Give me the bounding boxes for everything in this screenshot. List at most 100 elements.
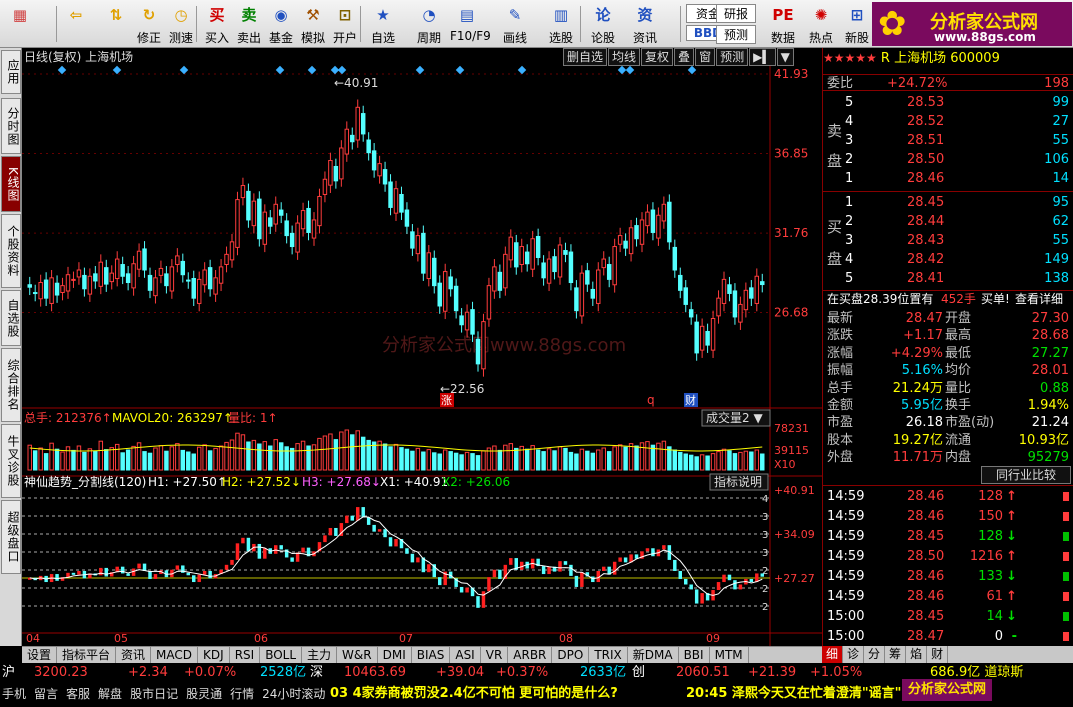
sell-button[interactable]: 卖卖出	[232, 2, 266, 46]
indicator-tab-9[interactable]: DMI	[378, 647, 412, 663]
status-item-6[interactable]: 行情	[230, 687, 254, 701]
quote-tab-4[interactable]: 焰	[906, 646, 928, 663]
star-button[interactable]: ★自选股	[366, 2, 400, 62]
toolbar-label: 买入	[204, 31, 229, 45]
indicator-candle	[224, 564, 229, 570]
lock-button[interactable]: ⊡ 开户	[328, 2, 362, 46]
indicator-tab-16[interactable]: 新DMA	[628, 647, 679, 663]
pen-button[interactable]: ✎ 画线	[498, 2, 532, 46]
left-tab-2[interactable]: K线图	[1, 156, 21, 212]
high-label: ←40.91	[334, 76, 378, 90]
volume-bar	[606, 451, 612, 471]
kline-chart[interactable]: 41.93 36.85 31.76 26.68 分析家公式网www.88gs.com ←4…	[22, 48, 822, 646]
indicator-tab-1[interactable]: 指标平台	[57, 647, 117, 663]
hammer-button[interactable]: ⚒ 模拟	[296, 2, 330, 46]
left-tab-1[interactable]: 分时图	[1, 98, 21, 154]
indicator-candle	[345, 515, 349, 524]
bid-volume: 95	[1052, 195, 1069, 210]
home-button[interactable]: ▦	[4, 2, 36, 46]
indicator-tab-4[interactable]: KDJ	[198, 647, 230, 663]
repair-button[interactable]: ↻ 修正	[132, 2, 166, 46]
f10-button[interactable]: ▤ F10/F9	[450, 2, 491, 46]
chart-btn-2[interactable]: 复权	[641, 48, 674, 66]
left-tab-6[interactable]: 牛叉诊股	[1, 424, 21, 498]
buyline-row[interactable]: 在买盘28.39位置有 452手 买单! 查看详细	[823, 290, 1073, 307]
indicator-tab-3[interactable]: MACD	[151, 647, 199, 663]
candle	[721, 278, 727, 304]
volume-bar	[366, 439, 371, 471]
tick-volume: 133	[978, 569, 1003, 584]
quote-label: 振幅	[827, 363, 854, 379]
data-button[interactable]: PE 数据	[766, 2, 800, 46]
peer-compare-button[interactable]: 同行业比较	[981, 466, 1071, 484]
candle	[546, 258, 552, 284]
volume-bar	[601, 447, 606, 471]
status-item-2[interactable]: 客服	[66, 687, 90, 701]
ipo-button[interactable]: ⊞ 新股	[840, 2, 874, 46]
volume-bar	[645, 441, 650, 471]
updown-button[interactable]: ⇅	[100, 2, 132, 46]
indicator-tab-14[interactable]: DPO	[552, 647, 590, 663]
indicator-tab-18[interactable]: MTM	[710, 647, 749, 663]
status-item-1[interactable]: 留言	[34, 687, 58, 701]
news-headline-2[interactable]: 20:45 泽熙今天又在忙着澄清"谣言"	[686, 683, 901, 705]
status-item-3[interactable]: 解盘	[98, 687, 122, 701]
ask-volume: 106	[1044, 152, 1069, 167]
buy-button[interactable]: 买买入	[200, 2, 234, 46]
chart-btn-6[interactable]: ▶▍	[749, 48, 776, 66]
indicator-tab-11[interactable]: ASI	[450, 647, 481, 663]
chart-btn-3[interactable]: 叠	[674, 48, 695, 66]
forum-button[interactable]: 论论股堂	[586, 2, 620, 62]
indicator-tab-6[interactable]: BOLL	[260, 647, 303, 663]
chart-btn-0[interactable]: 删自选	[563, 48, 608, 66]
indicator-tab-10[interactable]: BIAS	[412, 647, 451, 663]
back-button[interactable]: ⇦	[60, 2, 92, 46]
indicator-tab-8[interactable]: W&R	[337, 647, 378, 663]
indicator-tab-17[interactable]: BBI	[679, 647, 710, 663]
volume-bar	[596, 449, 601, 471]
left-tab-0[interactable]: 应用	[1, 50, 21, 94]
quote-tab-5[interactable]: 财	[927, 646, 949, 663]
chart-btn-4[interactable]: 窗	[695, 48, 716, 66]
chart-btn-1[interactable]: 均线	[608, 48, 641, 66]
volume-bar	[147, 452, 153, 471]
hot-button[interactable]: ✺ 热点	[804, 2, 838, 46]
news-button[interactable]: 资资讯	[628, 2, 662, 46]
volume-bar	[382, 443, 388, 471]
indicator-tab-13[interactable]: ARBR	[508, 647, 553, 663]
filter-button[interactable]: ▥ 选股	[544, 2, 578, 46]
news-headline-1[interactable]: 03 4家券商被罚没2.4亿不可怕 更可怕的是什么?	[330, 683, 618, 705]
indicator-tab-2[interactable]: 资讯	[116, 647, 152, 663]
quote-tab-1[interactable]: 诊	[843, 646, 865, 663]
candle	[344, 128, 350, 155]
price-tick-label: 36.85	[774, 146, 808, 160]
updown-icon: ⇅	[109, 6, 123, 24]
indicator-tab-5[interactable]: RSI	[230, 647, 261, 663]
status-item-5[interactable]: 股灵通	[186, 687, 222, 701]
indicator-tab-12[interactable]: VR	[481, 647, 509, 663]
indicator-tab-0[interactable]: 设置	[22, 647, 58, 663]
status-item-7[interactable]: 24小时滚动	[262, 687, 325, 701]
buyline-detail[interactable]: 查看详细	[1015, 291, 1063, 308]
indicator-tab-7[interactable]: 主力	[302, 647, 338, 663]
yanbao-button[interactable]: 研报 预测	[716, 2, 756, 46]
status-item-4[interactable]: 股市日记	[130, 687, 178, 701]
indicator-candle	[77, 570, 81, 575]
period-button[interactable]: ◔ 周期	[412, 2, 446, 46]
left-tab-7[interactable]: 超级盘口	[1, 500, 21, 574]
candle	[311, 219, 317, 239]
candle	[716, 297, 721, 317]
quote-tab-2[interactable]: 分	[864, 646, 886, 663]
status-item-0[interactable]: 手机	[2, 687, 26, 701]
fund-button[interactable]: ◉ 基金	[264, 2, 298, 46]
chart-btn-5[interactable]: 预测	[716, 48, 749, 66]
clock-button[interactable]: ◷ 测速	[164, 2, 198, 46]
left-tab-4[interactable]: 自选股	[1, 290, 21, 346]
left-tab-5[interactable]: 综合排名	[1, 348, 21, 422]
quote-tab-0[interactable]: 细	[822, 646, 844, 663]
quote-tab-3[interactable]: 筹	[885, 646, 907, 663]
chart-btn-7[interactable]: ▼	[776, 48, 794, 66]
quote-row: 市盈 26.18 市盈(动) 21.24	[823, 414, 1073, 431]
left-tab-3[interactable]: 个股资料	[1, 214, 21, 288]
indicator-tab-15[interactable]: TRIX	[589, 647, 628, 663]
